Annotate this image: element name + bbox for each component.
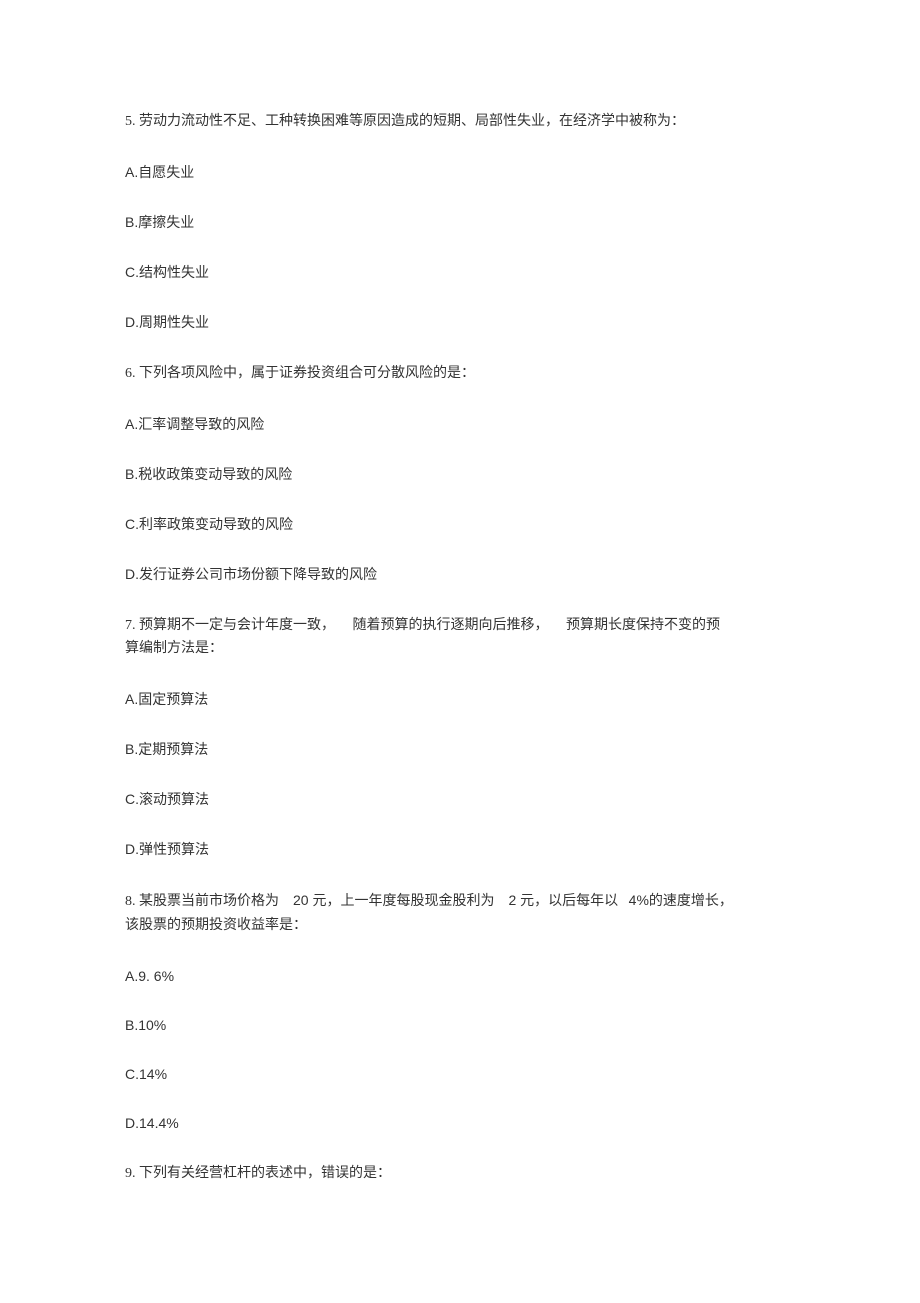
option-7-a-text: 固定预算法 xyxy=(138,693,208,708)
option-5-b: B.摩擦失业 xyxy=(125,212,805,234)
option-6-c-text: 利率政策变动导致的风险 xyxy=(139,518,293,533)
question-7-part2: 随着预算的执行逐期向后推移， xyxy=(353,618,549,633)
option-7-a: A.固定预算法 xyxy=(125,689,805,711)
option-7-d: D.弹性预算法 xyxy=(125,839,805,861)
question-7-part1: 7. 预算期不一定与会计年度一致， xyxy=(125,618,335,633)
question-6-text: 6. 下列各项风险中，属于证券投资组合可分散风险的是： xyxy=(125,366,475,381)
option-8-b: B.10% xyxy=(125,1015,805,1036)
option-6-d-text: 发行证券公司市场份额下降导致的风险 xyxy=(139,568,377,583)
option-8-a: A.9. 6% xyxy=(125,966,805,987)
option-6-b: B.税收政策变动导致的风险 xyxy=(125,464,805,486)
option-5-a-text: 自愿失业 xyxy=(138,166,194,181)
question-5-text: 5. 劳动力流动性不足、工种转换困难等原因造成的短期、局部性失业，在经济学中被称… xyxy=(125,114,685,129)
option-7-b-text: 定期预算法 xyxy=(138,743,208,758)
option-6-a-text: 汇率调整导致的风险 xyxy=(138,418,264,433)
option-6-d: D.发行证券公司市场份额下降导致的风险 xyxy=(125,564,805,586)
option-6-b-text: 税收政策变动导致的风险 xyxy=(138,468,292,483)
option-5-b-text: 摩擦失业 xyxy=(138,216,194,231)
option-8-c: C.14% xyxy=(125,1064,805,1085)
option-7-d-text: 弹性预算法 xyxy=(139,843,209,858)
option-7-b: B.定期预算法 xyxy=(125,739,805,761)
question-9-text: 9. 下列有关经营杠杆的表述中，错误的是： xyxy=(125,1166,391,1181)
option-6-c: C.利率政策变动导致的风险 xyxy=(125,514,805,536)
question-8: 8. 某股票当前市场价格为 20 元，上一年度每股现金股利为 2 元，以后每年以… xyxy=(125,889,805,938)
option-5-c: C.结构性失业 xyxy=(125,262,805,284)
option-6-a: A.汇率调整导致的风险 xyxy=(125,414,805,436)
question-5: 5. 劳动力流动性不足、工种转换困难等原因造成的短期、局部性失业，在经济学中被称… xyxy=(125,110,805,134)
option-8-d: D.14.4% xyxy=(125,1113,805,1134)
option-5-d-text: 周期性失业 xyxy=(139,316,209,331)
question-7-part4: 算编制方法是： xyxy=(125,641,223,656)
question-8-part5: 该股票的预期投资收益率是： xyxy=(125,918,307,933)
question-7: 7. 预算期不一定与会计年度一致， 随着预算的执行逐期向后推移， 预算期长度保持… xyxy=(125,614,805,662)
option-7-c: C.滚动预算法 xyxy=(125,789,805,811)
option-5-d: D.周期性失业 xyxy=(125,312,805,334)
question-9: 9. 下列有关经营杠杆的表述中，错误的是： xyxy=(125,1162,805,1186)
option-5-a: A.自愿失业 xyxy=(125,162,805,184)
question-8-part1: 8. 某股票当前市场价格为 xyxy=(125,894,279,909)
option-7-c-text: 滚动预算法 xyxy=(139,793,209,808)
option-5-c-text: 结构性失业 xyxy=(139,266,209,281)
question-7-part3: 预算期长度保持不变的预 xyxy=(566,618,720,633)
question-6: 6. 下列各项风险中，属于证券投资组合可分散风险的是： xyxy=(125,362,805,386)
